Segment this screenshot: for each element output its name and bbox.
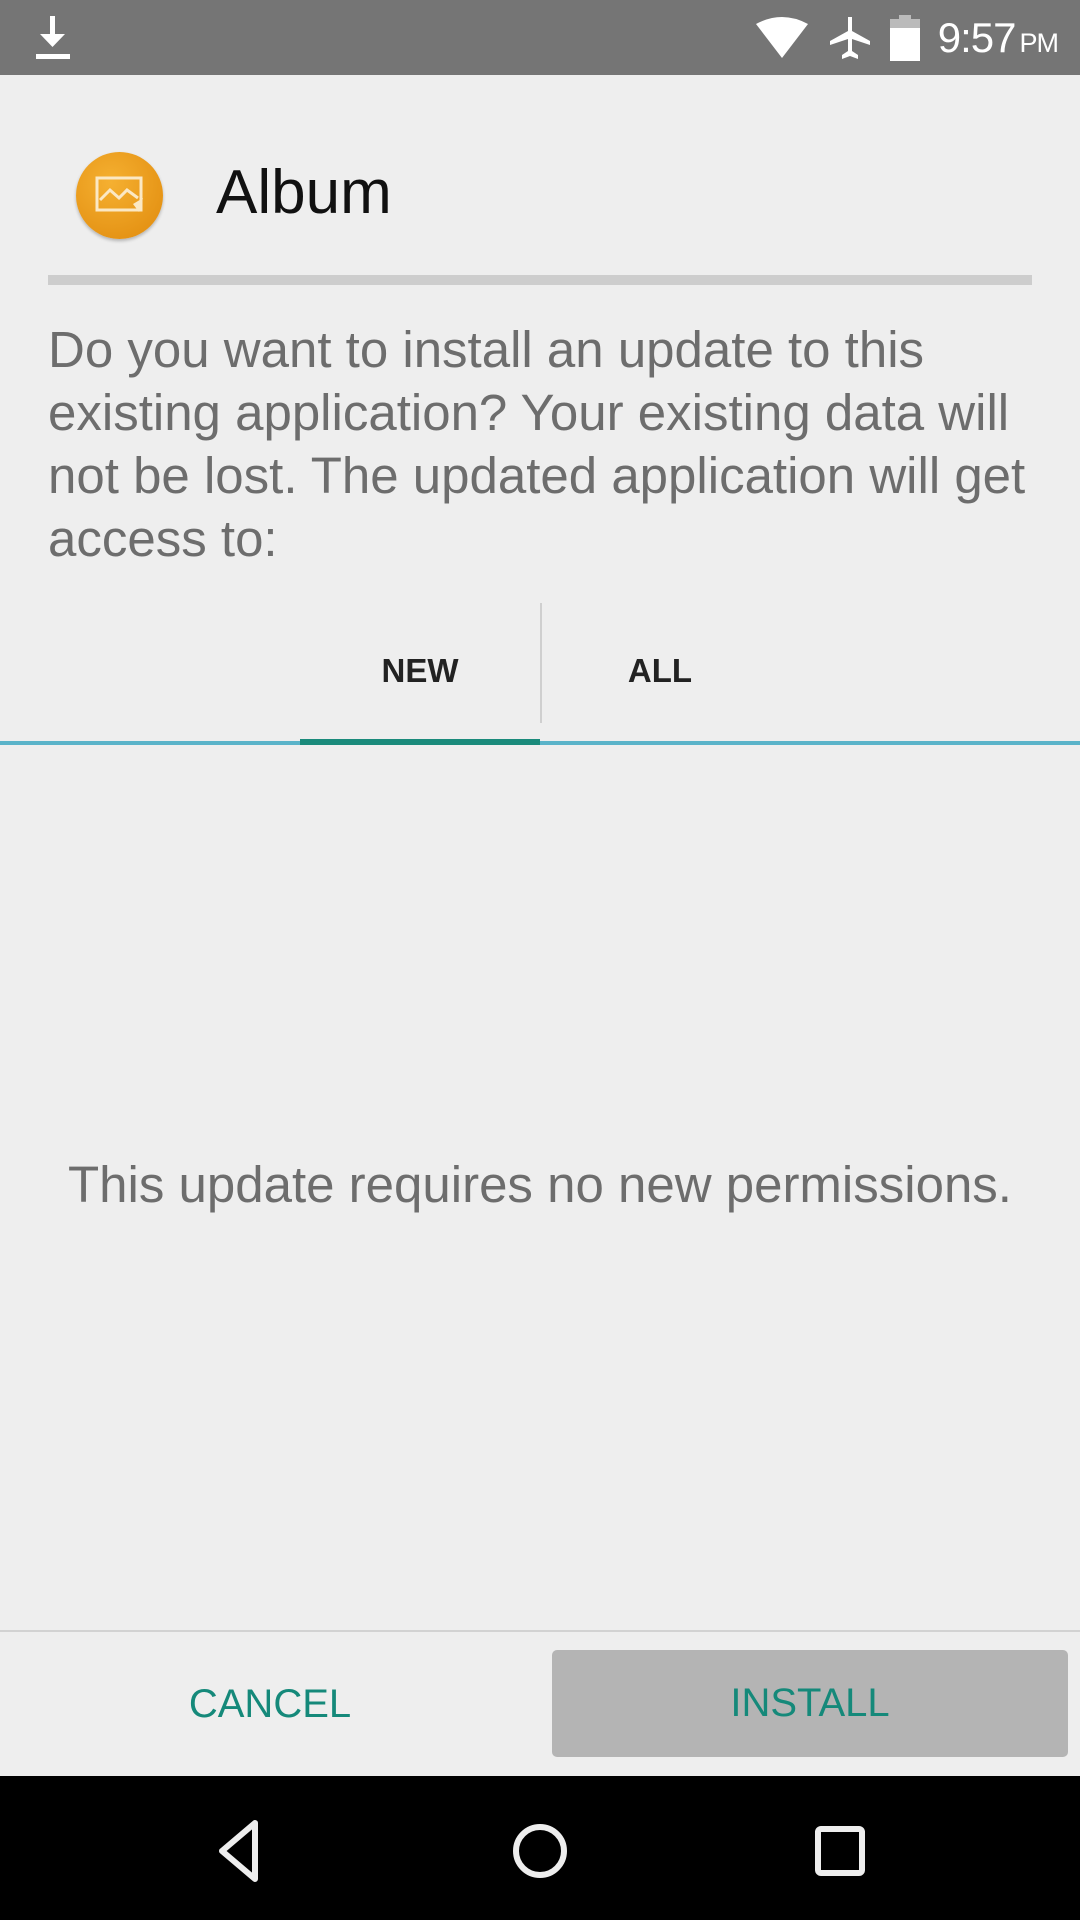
install-button[interactable]: INSTALL: [552, 1650, 1068, 1757]
clock: 9:57 PM: [937, 13, 1059, 61]
recents-button[interactable]: [795, 1806, 885, 1896]
permissions-message: This update requires no new permissions.: [68, 1156, 1012, 1213]
back-icon: [219, 1820, 258, 1882]
airplane-mode-icon: [829, 16, 870, 59]
dialog-header: Album: [0, 75, 1080, 285]
cancel-button[interactable]: CANCEL: [0, 1650, 540, 1758]
install-message: Do you want to install an update to this…: [48, 321, 1026, 567]
status-bar: 9:57 PM: [0, 0, 1080, 75]
header-divider: [48, 275, 1032, 285]
app-name: Album: [216, 158, 392, 227]
battery-icon: [889, 14, 920, 61]
album-app-icon: [76, 152, 163, 239]
wifi-icon: [755, 16, 808, 58]
download-icon: [36, 16, 70, 59]
home-icon: [513, 1824, 567, 1878]
recents-icon: [815, 1826, 865, 1876]
tab-underline: [0, 741, 1080, 745]
permission-tabs: NEW ALL: [0, 600, 1080, 745]
selected-tab-indicator: [300, 739, 540, 745]
footer-divider: [0, 1630, 1080, 1632]
tab-new[interactable]: NEW: [300, 600, 540, 742]
navigation-bar: [0, 1776, 1080, 1920]
home-button[interactable]: [495, 1806, 585, 1896]
back-button[interactable]: [195, 1806, 285, 1896]
tab-all[interactable]: ALL: [540, 600, 780, 742]
